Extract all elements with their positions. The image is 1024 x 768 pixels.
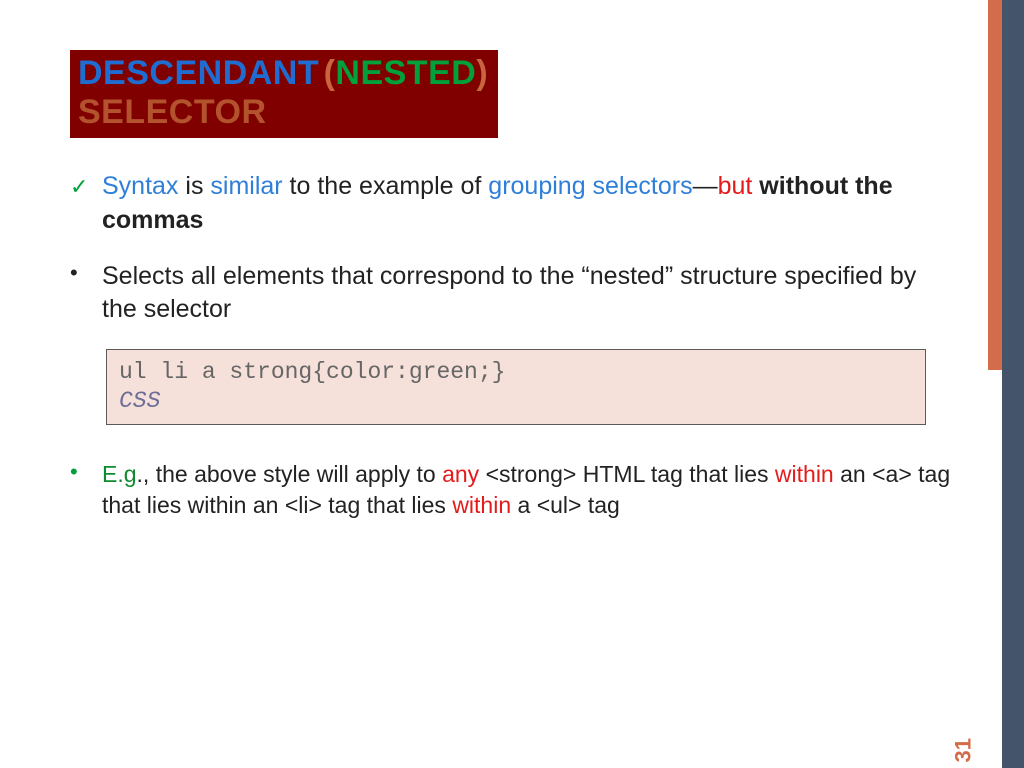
slide: DESCENDANT (NESTED) SELECTOR ✓ Syntax is… [0, 0, 1024, 768]
word-but: but [718, 172, 753, 200]
word-eg: E.g [102, 461, 137, 487]
phrase-mid: to the example of [283, 172, 489, 200]
word-within-2: within [452, 492, 511, 518]
content-area: ✓ Syntax is similar to the example of gr… [70, 170, 954, 522]
slide-title: DESCENDANT (NESTED) SELECTOR [70, 50, 498, 138]
title-paren-open: ( [324, 54, 336, 92]
code-line: ul li a strong{color:green;} [119, 358, 913, 387]
bullet-selects-text: Selects all elements that correspond to … [102, 260, 954, 328]
title-paren-close: ) [476, 54, 488, 92]
word-syntax: Syntax [102, 172, 178, 200]
bullet-syntax-text: Syntax is similar to the example of grou… [102, 170, 954, 238]
phrase-grouping: grouping selectors [488, 172, 692, 200]
bullet-example-text: E.g., the above style will apply to any … [102, 459, 954, 522]
code-label: CSS [119, 387, 913, 416]
page-number: 31 [950, 738, 976, 762]
bullet-icon: • [70, 260, 102, 328]
word-similar: similar [210, 172, 282, 200]
word-within-1: within [775, 461, 834, 487]
title-word-selector: SELECTOR [78, 93, 267, 131]
title-word-descendant: DESCENDANT [78, 54, 319, 92]
accent-bar-orange [988, 0, 1002, 370]
example-p4: a <ul> tag [511, 492, 620, 518]
dash: — [693, 172, 718, 200]
bullet-example: • E.g., the above style will apply to an… [70, 459, 954, 522]
example-p2: <strong> HTML tag that lies [479, 461, 775, 487]
word-any: any [442, 461, 479, 487]
bullet-syntax: ✓ Syntax is similar to the example of gr… [70, 170, 954, 238]
bullet-selects: • Selects all elements that correspond t… [70, 260, 954, 328]
word-is: is [178, 172, 210, 200]
example-p1: ., the above style will apply to [137, 461, 443, 487]
code-block: ul li a strong{color:green;} CSS [106, 349, 926, 425]
bullet-icon: • [70, 459, 102, 522]
title-word-nested: NESTED [335, 54, 476, 92]
accent-bar-dark [1002, 0, 1024, 768]
check-icon: ✓ [70, 170, 102, 238]
